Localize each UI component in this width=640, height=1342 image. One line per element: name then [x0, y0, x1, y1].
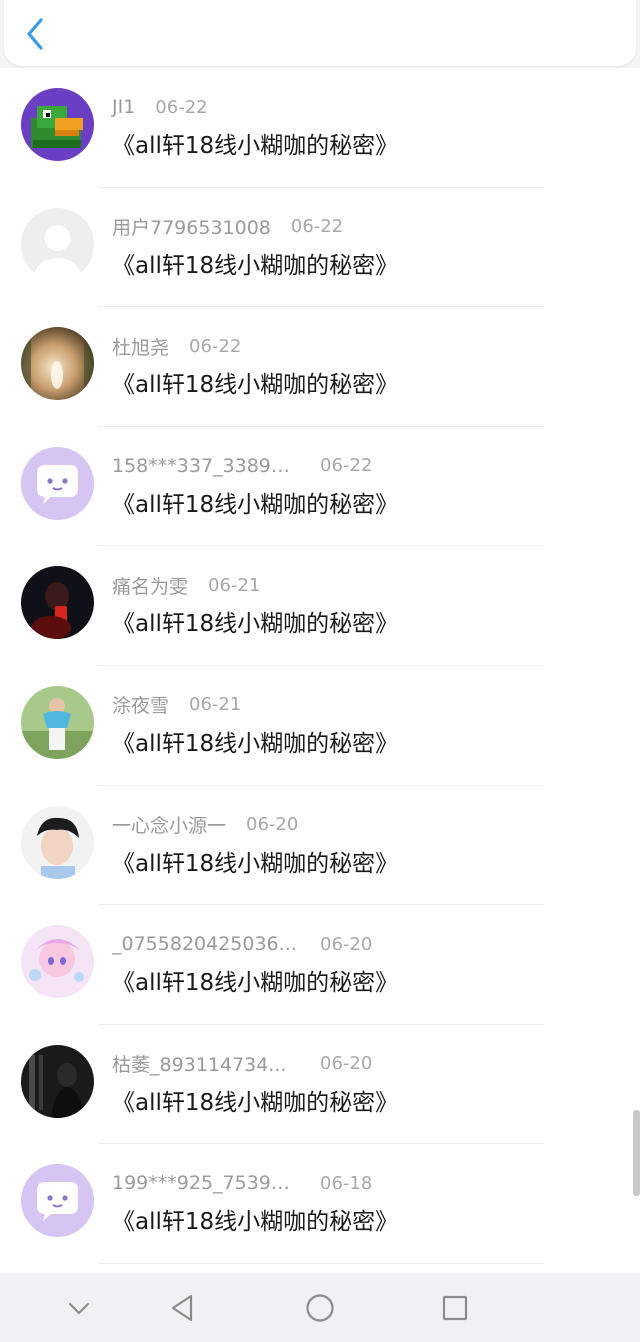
- photo-avatar: [21, 805, 94, 879]
- chat-bubble-avatar: [21, 1164, 94, 1238]
- username[interactable]: 158***337_33895...: [112, 455, 300, 477]
- comment-text[interactable]: 《all轩18线小糊咖的秘密》: [112, 724, 398, 758]
- comment-text[interactable]: 《all轩18线小糊咖的秘密》: [112, 485, 398, 519]
- comment-text[interactable]: 《all轩18线小糊咖的秘密》: [112, 1202, 398, 1236]
- photo-avatar: [21, 685, 94, 759]
- username[interactable]: 痛名为雯: [112, 572, 188, 599]
- comment-text[interactable]: 《all轩18线小糊咖的秘密》: [112, 604, 398, 638]
- photo-avatar: [21, 566, 94, 640]
- username[interactable]: 涂夜雪: [112, 691, 169, 718]
- comment-meta: JI1 06-22: [112, 94, 208, 120]
- comment-date: 06-22: [320, 455, 373, 477]
- header-card: [4, 0, 636, 66]
- chevron-down-icon[interactable]: [62, 1291, 96, 1325]
- comment-meta: 158***337_33895... 06-22: [112, 453, 372, 479]
- recents-square-icon[interactable]: [438, 1291, 472, 1325]
- comment-date: 06-21: [208, 574, 261, 596]
- comment-meta: 一心念小源一 06-20: [112, 812, 298, 838]
- username[interactable]: 一心念小源一: [112, 811, 226, 838]
- chat-bubble-avatar: [21, 446, 94, 520]
- username[interactable]: JI1: [112, 96, 135, 118]
- comment-text[interactable]: 《all轩18线小糊咖的秘密》: [112, 1083, 398, 1117]
- list-item[interactable]: 涂夜雪 06-21 《all轩18线小糊咖的秘密》: [0, 666, 640, 786]
- list-item[interactable]: 158***337_33895... 06-22 《all轩18线小糊咖的秘密》: [0, 427, 640, 547]
- comment-meta: 枯萎_893114734... 06-20: [112, 1051, 372, 1077]
- username[interactable]: 杜旭尧: [112, 333, 169, 360]
- home-circle-icon[interactable]: [303, 1291, 337, 1325]
- list-item[interactable]: 一心念小源一 06-20 《all轩18线小糊咖的秘密》: [0, 786, 640, 906]
- chevron-left-icon: [27, 18, 43, 50]
- default-avatar: [21, 207, 94, 281]
- username[interactable]: 199***925_75393...: [112, 1172, 300, 1194]
- photo-avatar: [21, 327, 94, 401]
- username[interactable]: 枯萎_893114734...: [112, 1050, 300, 1077]
- comment-text[interactable]: 《all轩18线小糊咖的秘密》: [112, 844, 398, 878]
- comment-date: 06-22: [189, 335, 242, 357]
- comment-date: 06-20: [320, 933, 373, 955]
- comment-text[interactable]: 《all轩18线小糊咖的秘密》: [112, 963, 398, 997]
- list-item[interactable]: 痛名为雯 06-21 《all轩18线小糊咖的秘密》: [0, 546, 640, 666]
- comment-text[interactable]: 《all轩18线小糊咖的秘密》: [112, 126, 398, 160]
- top-bar: [0, 0, 640, 68]
- comment-date: 06-20: [246, 814, 299, 836]
- comment-date: 06-22: [155, 96, 208, 118]
- username[interactable]: 用户7796531008: [112, 213, 271, 240]
- comment-meta: _0755820425036... 06-20: [112, 931, 372, 957]
- list-item[interactable]: 枯萎_893114734... 06-20 《all轩18线小糊咖的秘密》: [0, 1025, 640, 1145]
- comment-meta: 用户7796531008 06-22: [112, 214, 343, 240]
- back-triangle-icon[interactable]: [166, 1291, 200, 1325]
- anime-avatar: [21, 925, 94, 999]
- comment-date: 06-18: [320, 1172, 373, 1194]
- comment-meta: 杜旭尧 06-22: [112, 333, 241, 359]
- comment-date: 06-22: [290, 216, 344, 238]
- back-button[interactable]: [18, 14, 52, 54]
- comment-date: 06-20: [320, 1053, 373, 1075]
- username[interactable]: _0755820425036...: [112, 933, 300, 955]
- comment-date: 06-21: [189, 694, 242, 716]
- list-item[interactable]: JI1 06-22 《all轩18线小糊咖的秘密》: [0, 68, 640, 188]
- duck-avatar: [21, 88, 94, 161]
- list-item[interactable]: _0755820425036... 06-20 《all轩18线小糊咖的秘密》: [0, 905, 640, 1025]
- divider: [98, 1262, 544, 1264]
- comment-meta: 涂夜雪 06-21: [112, 692, 241, 718]
- scrollbar-thumb[interactable]: [633, 1110, 640, 1196]
- list-item[interactable]: 199***925_75393... 06-18 《all轩18线小糊咖的秘密》: [0, 1144, 640, 1264]
- comment-text[interactable]: 《all轩18线小糊咖的秘密》: [112, 246, 398, 280]
- list-item[interactable]: 用户7796531008 06-22 《all轩18线小糊咖的秘密》: [0, 188, 640, 308]
- system-navigation-bar: [0, 1273, 640, 1342]
- comment-meta: 痛名为雯 06-21: [112, 572, 260, 598]
- comment-text[interactable]: 《all轩18线小糊咖的秘密》: [112, 365, 398, 399]
- list-item[interactable]: 杜旭尧 06-22 《all轩18线小糊咖的秘密》: [0, 307, 640, 427]
- photo-avatar: [21, 1044, 94, 1118]
- comment-list: JI1 06-22 《all轩18线小糊咖的秘密》 用户7796531008 0…: [0, 68, 640, 1264]
- comment-meta: 199***925_75393... 06-18: [112, 1170, 372, 1196]
